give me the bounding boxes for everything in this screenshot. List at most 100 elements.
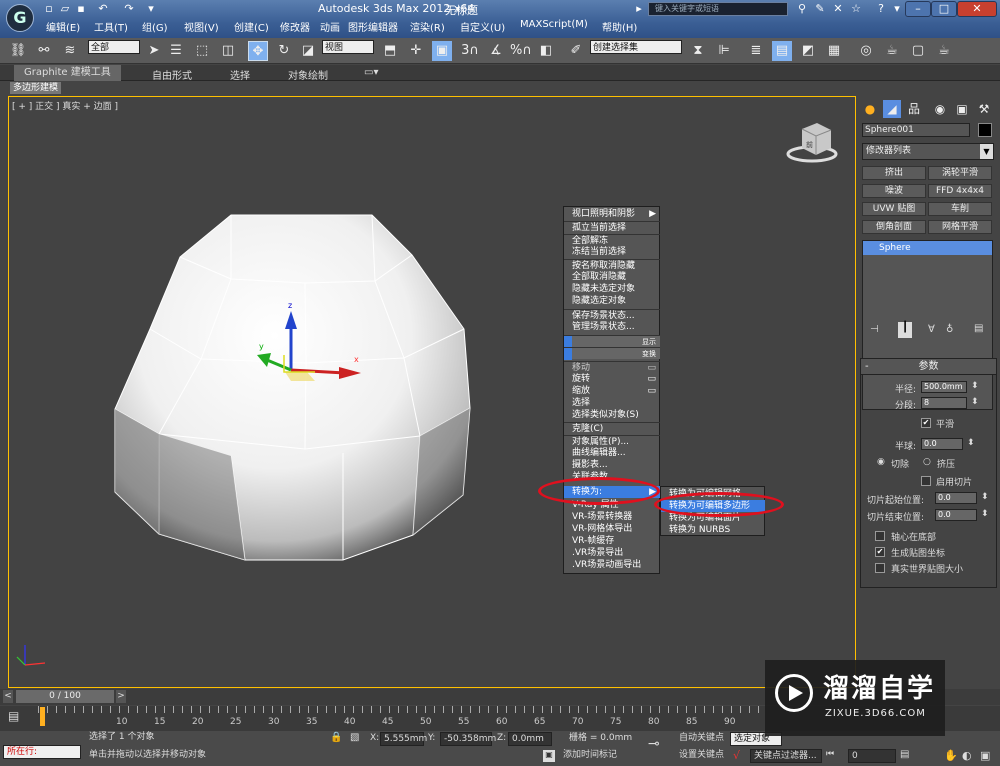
extrude-button[interactable]: 挤出	[862, 166, 926, 180]
menu-views[interactable]: 视图(V)	[184, 19, 219, 34]
app-logo-icon[interactable]: G	[6, 4, 34, 32]
search-arrow-icon[interactable]: ▸	[632, 2, 646, 16]
pan-icon[interactable]: ✋	[944, 749, 958, 762]
pivot-center-icon[interactable]: ⬒	[380, 41, 400, 61]
x-coord-field[interactable]: 5.555mm	[380, 732, 427, 746]
menu-item-move[interactable]: 移动 ▭	[564, 361, 660, 373]
settings-box-icon[interactable]: ▭	[647, 385, 656, 397]
lathe-button[interactable]: 车削	[928, 202, 992, 216]
menu-item-save-scene-state[interactable]: 保存场景状态...	[564, 309, 660, 321]
keyboard-shortcut-override-icon[interactable]: ▣	[432, 41, 452, 61]
menu-item-clone[interactable]: 克隆(C)	[564, 422, 660, 434]
tools-icon[interactable]: ✎	[813, 2, 827, 16]
select-by-name-icon[interactable]: ☰	[166, 41, 186, 61]
utilities-tab-icon[interactable]: ⚒	[975, 100, 993, 118]
menu-item-curve-editor[interactable]: 曲线编辑器...	[564, 447, 660, 459]
menu-item-rotate[interactable]: 旋转 ▭	[564, 373, 660, 385]
time-tag-icon[interactable]: ▣	[543, 750, 555, 762]
unlink-icon[interactable]: ⚯	[34, 41, 54, 61]
bevel-profile-button[interactable]: 倒角剖面	[862, 220, 926, 234]
spinner-arrows-icon[interactable]: ⬍	[971, 381, 979, 391]
slice-on-checkbox[interactable]	[921, 476, 931, 486]
menu-item-hide-unselected[interactable]: 隐藏未选定对象	[564, 283, 660, 295]
spinner-arrows-icon[interactable]: ⬍	[967, 438, 975, 448]
menu-item-object-properties[interactable]: 对象属性(P)...	[564, 435, 660, 447]
menu-item-unfreeze-all[interactable]: 全部解冻	[564, 234, 660, 246]
parameters-rollout-header[interactable]: - 参数	[861, 359, 996, 375]
render-production-icon[interactable]: ☕	[934, 41, 954, 61]
menu-item-viewport-lighting[interactable]: 视口照明和阴影 ▶	[564, 208, 660, 220]
spinner-arrows-icon[interactable]: ⬍	[981, 492, 989, 502]
lock-selection-icon[interactable]: 🔒	[330, 732, 342, 743]
ribbon-options-icon[interactable]: ▭▾	[364, 67, 378, 78]
uvw-map-button[interactable]: UVW 贴图	[862, 202, 926, 216]
manipulate-icon[interactable]: ✛	[406, 41, 426, 61]
menu-customize[interactable]: 自定义(U)	[460, 19, 505, 34]
layer-manager-icon[interactable]: ≣	[746, 41, 766, 61]
tab-selection[interactable]: 选择	[230, 67, 250, 82]
snaps-toggle-icon[interactable]: 3∩	[460, 41, 480, 61]
object-color-swatch[interactable]	[978, 123, 992, 137]
link-icon[interactable]: ⛓	[8, 41, 28, 61]
orbit-icon[interactable]: ◐	[962, 749, 972, 762]
keyword-search-input[interactable]: 键入关键字或短语	[648, 2, 788, 16]
menu-animation[interactable]: 动画	[320, 19, 340, 34]
remove-modifier-icon[interactable]: ♁	[946, 324, 953, 335]
squash-radio[interactable]: ○	[923, 457, 931, 467]
turbosmooth-button[interactable]: 涡轮平滑	[928, 166, 992, 180]
select-move-icon[interactable]: ✥	[248, 41, 268, 61]
meshsmooth-button[interactable]: 网格平滑	[928, 220, 992, 234]
menu-item-vr-mesh-export[interactable]: VR-网格体导出	[564, 523, 660, 535]
new-file-icon[interactable]: ▫	[42, 2, 56, 16]
rendered-frame-icon[interactable]: ▢	[908, 41, 928, 61]
angle-snap-icon[interactable]: ∡	[486, 41, 506, 61]
pin-stack-icon[interactable]: ⊣	[870, 324, 879, 335]
maximize-viewport-icon[interactable]: ▣	[980, 749, 990, 762]
undo-icon[interactable]: ↶	[96, 2, 110, 16]
named-selection-set-select[interactable]: 创建选择集	[590, 40, 682, 54]
menu-item-hide-selection[interactable]: 隐藏选定对象	[564, 295, 660, 307]
motion-tab-icon[interactable]: ◉	[931, 100, 949, 118]
base-pivot-checkbox[interactable]	[875, 531, 885, 541]
menu-graph-editors[interactable]: 图形编辑器	[348, 19, 398, 34]
time-prev-icon[interactable]: <	[3, 690, 13, 703]
y-coord-field[interactable]: -50.358mm	[440, 732, 496, 746]
segments-spinner[interactable]: 8	[921, 397, 967, 409]
render-setup-icon[interactable]: ☕	[882, 41, 902, 61]
redo-icon[interactable]: ↷	[122, 2, 136, 16]
save-file-icon[interactable]: ▪	[74, 2, 88, 16]
configure-sets-icon[interactable]: ▤	[974, 323, 983, 334]
menu-edit[interactable]: 编辑(E)	[46, 19, 80, 34]
tab-freeform[interactable]: 自由形式	[152, 67, 192, 82]
real-world-checkbox[interactable]	[875, 563, 885, 573]
key-mode-icon[interactable]: √	[733, 749, 740, 762]
schematic-view-icon[interactable]: ▦	[824, 41, 844, 61]
open-file-icon[interactable]: ▱	[58, 2, 72, 16]
menu-group[interactable]: 组(G)	[142, 19, 168, 34]
noise-button[interactable]: 噪波	[862, 184, 926, 198]
make-unique-icon[interactable]: ∀	[928, 324, 935, 335]
menu-item-unhide-by-name[interactable]: 按名称取消隐藏	[564, 259, 660, 271]
curve-editor-icon[interactable]: ◩	[798, 41, 818, 61]
rect-selection-icon[interactable]: ⬚	[192, 41, 212, 61]
set-key-icon[interactable]: ⊸	[648, 736, 660, 752]
menu-item-vr-scene-converter[interactable]: VR-场景转换器	[564, 511, 660, 523]
help-icon[interactable]: ?	[874, 2, 888, 16]
perspective-viewport[interactable]: [ + ] 正交 ] 真实 + 边面 ] z x y 前	[8, 96, 856, 688]
select-rotate-icon[interactable]: ↻	[274, 41, 294, 61]
modifier-list-dropdown[interactable]: 修改器列表 ▼	[862, 143, 994, 160]
menu-item-dope-sheet[interactable]: 摄影表...	[564, 459, 660, 471]
sphere-object[interactable]	[114, 214, 471, 561]
select-object-icon[interactable]: ➤	[144, 41, 164, 61]
current-frame-field[interactable]: 0	[848, 749, 896, 763]
create-tab-icon[interactable]: ●	[861, 100, 879, 118]
menu-item-manage-scene-states[interactable]: 管理场景状态...	[564, 321, 660, 333]
menu-maxscript[interactable]: MAXScript(M)	[520, 19, 588, 30]
absolute-mode-icon[interactable]: ▧	[350, 732, 359, 743]
spinner-snap-icon[interactable]: ◧	[536, 41, 556, 61]
percent-snap-icon[interactable]: %∩	[510, 41, 532, 61]
edit-named-selection-icon[interactable]: ✐	[566, 41, 586, 61]
bind-spacewarp-icon[interactable]: ≋	[60, 41, 80, 61]
align-icon[interactable]: ⊫	[714, 41, 734, 61]
z-coord-field[interactable]: 0.0mm	[508, 732, 552, 746]
